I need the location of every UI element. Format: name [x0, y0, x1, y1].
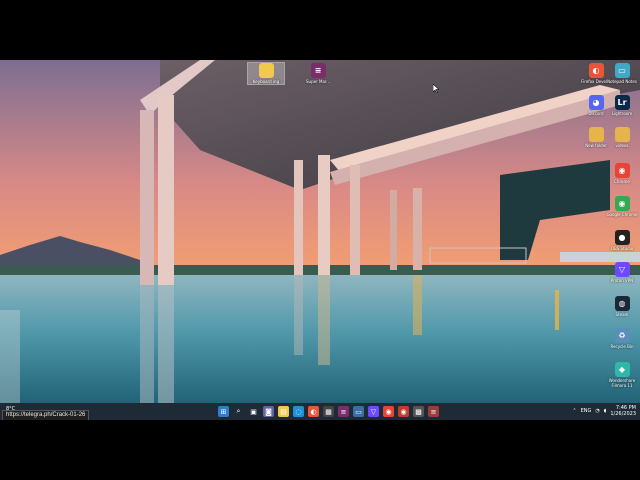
- app1-icon: ◐: [588, 63, 604, 78]
- chrome1-icon-item[interactable]: ◉ Chrome: [604, 163, 640, 184]
- desktop-icon-label: OBS Studio: [610, 246, 634, 251]
- steam-icon: ◍: [614, 296, 630, 311]
- lightroom-icon-item[interactable]: Lr Lightroom: [604, 95, 640, 116]
- edge-icon[interactable]: ◌: [293, 406, 304, 417]
- chrome1-icon: ◉: [614, 163, 630, 178]
- clock-date: 1/26/2023: [610, 411, 636, 417]
- chrome2-icon-item[interactable]: ◉ Google Chrome: [604, 196, 640, 217]
- folder-icon: [258, 63, 274, 78]
- wondershare-icon: ◆: [614, 362, 630, 377]
- wifi-icon[interactable]: ◔: [595, 408, 599, 414]
- lightroom-icon: Lr: [614, 95, 630, 110]
- proton-icon-item[interactable]: ▽ Proton VPN: [604, 262, 640, 283]
- firefox-icon[interactable]: ◐: [308, 406, 319, 417]
- search-icon[interactable]: ⌕: [233, 406, 244, 417]
- wondershare-icon-item[interactable]: ◆ Wondershare Filmora 11: [604, 362, 640, 388]
- desktop-icon-label: Recycle Bin: [610, 344, 634, 349]
- chrome-icon[interactable]: ◉: [383, 406, 394, 417]
- winrar-icon[interactable]: ≡: [338, 406, 349, 417]
- desktop-icon-label: Keyboard ing: [252, 79, 280, 84]
- desktop-icon-label: Notepad Notes: [607, 79, 637, 84]
- system-tray: ⌃ ENG ◔ ◖ 7:46 PM 1/26/2023: [572, 405, 636, 417]
- folder-icon-item[interactable]: Keyboard ing: [247, 62, 285, 85]
- new-folder-icon: [588, 127, 604, 142]
- recycle-icon-item[interactable]: ♻ Recycle Bin: [604, 328, 640, 349]
- discord-icon: ◕: [588, 95, 604, 110]
- app2-icon: ▭: [614, 63, 630, 78]
- files-icon[interactable]: ▭: [353, 406, 364, 417]
- chrome-alt-icon[interactable]: ◉: [398, 406, 409, 417]
- desktop-icon-label: Chrome: [614, 179, 630, 184]
- desktop-icon-label: Super Mar...: [306, 79, 330, 84]
- recycle-icon: ♻: [614, 328, 630, 343]
- taskbar-apps: ⊞ ⌕ ▣ ◙ ▤ ◌ ◐ ▦ ≡ ▭ ▽ ◉ ◉ ▩ ≡: [218, 405, 439, 418]
- app2-icon-item[interactable]: ▭ Notepad Notes: [604, 63, 640, 84]
- obs-icon: ●: [614, 230, 630, 245]
- desktop-icon-label: Lightroom: [611, 111, 633, 116]
- winrar-alt-icon[interactable]: ≡: [428, 406, 439, 417]
- winrar-icon-item[interactable]: ≡ Super Mar...: [300, 63, 336, 84]
- file-explorer-icon[interactable]: ▤: [278, 406, 289, 417]
- desktop-icon-label: Proton VPN: [610, 278, 634, 283]
- winrar-icon: ≡: [310, 63, 326, 78]
- chrome2-icon: ◉: [614, 196, 630, 211]
- desktop-icon-label: Wondershare Filmora 11: [608, 378, 636, 388]
- desktop-icon-label: videos: [615, 143, 629, 148]
- store-icon[interactable]: ▦: [323, 406, 334, 417]
- obs-icon-item[interactable]: ● OBS Studio: [604, 230, 640, 251]
- videos-icon: [614, 127, 630, 142]
- start-icon[interactable]: ⊞: [218, 406, 229, 417]
- volume-icon[interactable]: ◖: [604, 408, 607, 414]
- app-icon[interactable]: ▩: [413, 406, 424, 417]
- clock[interactable]: 7:46 PM 1/26/2023: [610, 405, 636, 417]
- desktop: Keyboard ing ≡ Super Mar... ◐ Firefox Devel.…: [0, 60, 640, 420]
- proton-icon[interactable]: ▽: [368, 406, 379, 417]
- desktop-icon-label: Google Chrome: [606, 212, 638, 217]
- task-view-icon[interactable]: ▣: [248, 406, 259, 417]
- desktop-icon-label: Steam: [615, 312, 629, 317]
- chevron-up-icon[interactable]: ⌃: [572, 408, 576, 414]
- videos-icon-item[interactable]: videos: [604, 127, 640, 148]
- status-url-tooltip: https://telegra.ph/Crack-01-26: [2, 410, 90, 420]
- chat-icon[interactable]: ◙: [263, 406, 274, 417]
- wallpaper-image: [0, 60, 640, 420]
- proton-icon: ▽: [614, 262, 630, 277]
- language-indicator[interactable]: ENG: [581, 408, 592, 414]
- steam-icon-item[interactable]: ◍ Steam: [604, 296, 640, 317]
- mouse-cursor-icon: [433, 84, 439, 93]
